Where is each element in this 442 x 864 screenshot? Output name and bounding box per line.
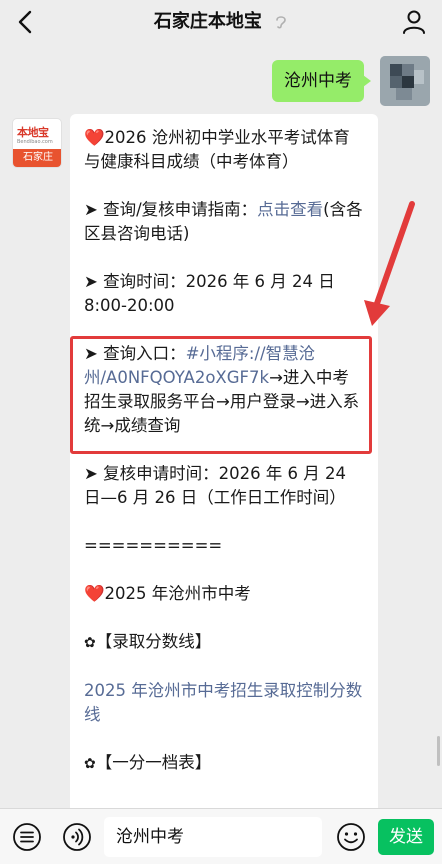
section-title: 2025 年沧州市中考: [104, 584, 251, 603]
divider: ==========: [84, 536, 223, 555]
message-paragraph: ✿【一分一档表】: [84, 751, 364, 776]
bottom-bar: 沧州中考 发送: [0, 808, 442, 864]
message-paragraph: 2025 年沧州市中考招生录取控制分数线: [84, 679, 364, 727]
message-paragraph: ❤️2026 沧州初中学业水平考试体育与健康科目成绩（中考体育）: [84, 126, 364, 174]
top-bar: 石家庄本地宝: [0, 0, 442, 44]
message-paragraph: ✿【录取分数线】: [84, 630, 364, 655]
bot-avatar[interactable]: 本地宝 Bendibao.com 石家庄: [12, 118, 62, 168]
review-time: ➤ 复核申请时间：2026 年 6 月 24 日—6 月 26 日（工作日工作时…: [84, 464, 347, 507]
emoji-icon[interactable]: [336, 822, 366, 852]
score-line-heading: 【录取分数线】: [95, 632, 212, 651]
message-paragraph: ➤ 查询时间：2026 年 6 月 24 日 8:00-20:00: [84, 270, 364, 318]
ear-icon: [276, 16, 286, 29]
message-paragraph: ➤ 查询/复核申请指南：点击查看(含各区县咨询电话): [84, 198, 364, 246]
send-button[interactable]: 发送: [378, 819, 434, 855]
message-paragraph: ❤️2025 年沧州市中考: [84, 582, 364, 606]
page-title-wrap: 石家庄本地宝: [0, 8, 442, 36]
avatar-city: 石家庄: [13, 149, 61, 167]
user-avatar[interactable]: [380, 56, 430, 106]
flower-icon: ✿: [84, 756, 96, 772]
avatar-mosaic: [380, 56, 430, 106]
score-table-heading: 【一分一档表】: [95, 753, 212, 772]
exam-title: 2026 沧州初中学业水平考试体育与健康科目成绩（中考体育）: [84, 128, 350, 171]
page-title: 石家庄本地宝: [153, 11, 262, 32]
entry-prefix: ➤ 查询入口：: [84, 344, 186, 363]
query-time: ➤ 查询时间：2026 年 6 月 24 日 8:00-20:00: [84, 272, 335, 315]
person-icon[interactable]: [400, 8, 428, 36]
menu-icon[interactable]: [12, 822, 42, 852]
flower-icon: ✿: [84, 635, 96, 651]
heart-icon: ❤️: [84, 584, 105, 603]
avatar-domain: Bendibao.com: [17, 139, 53, 145]
message-paragraph: ➤ 查询入口：#小程序://智慧沧州/A0NFQOYA2oXGF7k→进入中考招…: [84, 342, 364, 438]
user-message-bubble[interactable]: 沧州中考: [272, 60, 371, 102]
guide-link[interactable]: 点击查看: [257, 200, 323, 219]
heart-icon: ❤️: [84, 128, 105, 147]
scrollbar[interactable]: [437, 736, 440, 766]
guide-prefix: ➤ 查询/复核申请指南：: [84, 200, 258, 219]
score-line-link[interactable]: 2025 年沧州市中考招生录取控制分数线: [84, 681, 362, 724]
avatar-brand: 本地宝: [17, 126, 49, 139]
message-input[interactable]: 沧州中考: [104, 817, 322, 857]
bot-message-bubble: ❤️2026 沧州初中学业水平考试体育与健康科目成绩（中考体育） ➤ 查询/复核…: [70, 114, 378, 814]
voice-icon[interactable]: [62, 822, 92, 852]
message-paragraph: ➤ 复核申请时间：2026 年 6 月 24 日—6 月 26 日（工作日工作时…: [84, 462, 364, 510]
red-arrow-icon: [364, 201, 415, 326]
